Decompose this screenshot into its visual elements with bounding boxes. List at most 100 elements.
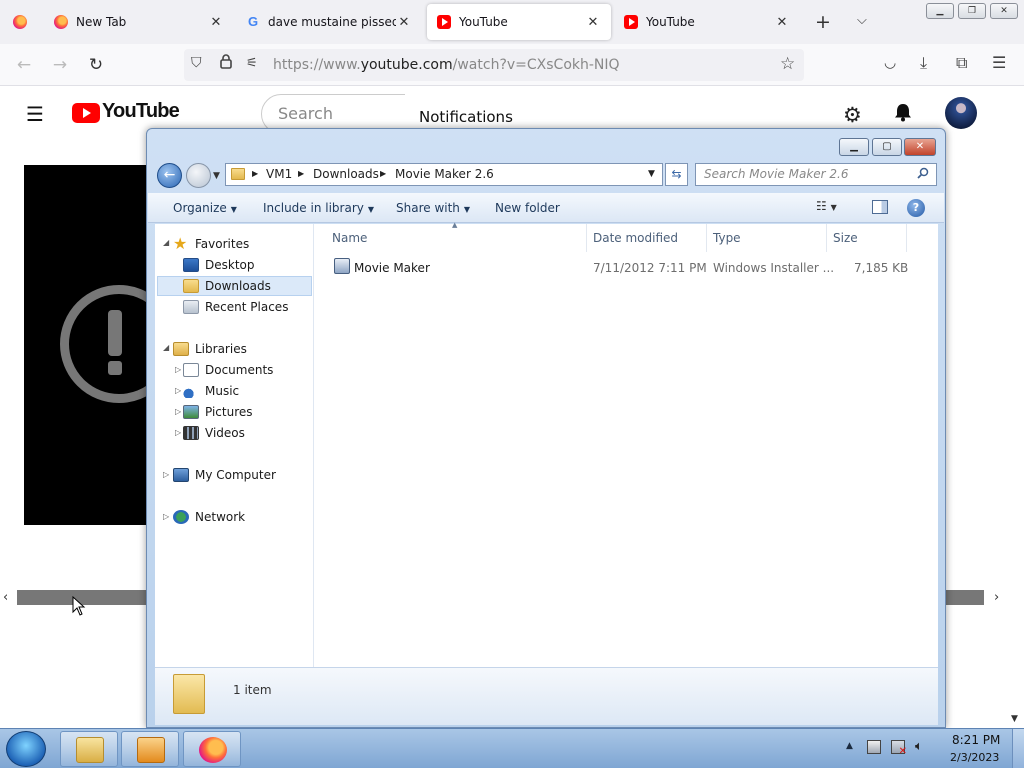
tab-youtube-active[interactable]: YouTube ✕ bbox=[427, 4, 611, 40]
show-desktop-button[interactable] bbox=[1012, 729, 1024, 768]
lock-icon[interactable] bbox=[219, 53, 233, 69]
forward-button[interactable] bbox=[186, 163, 211, 188]
network-disconnected-icon[interactable]: ✕ bbox=[891, 740, 907, 757]
permissions-icon[interactable]: ⚟ bbox=[246, 56, 258, 71]
nav-libraries[interactable]: Libraries bbox=[173, 339, 247, 359]
nav-my-computer[interactable]: My Computer bbox=[173, 465, 276, 485]
collapse-arrow-icon[interactable]: ◢ bbox=[163, 343, 169, 352]
firefox-menu-icon[interactable] bbox=[13, 15, 27, 29]
address-dropdown-icon[interactable]: ▼ bbox=[648, 169, 655, 179]
extensions-icon[interactable]: ⧉ bbox=[956, 53, 967, 73]
video-player-error[interactable] bbox=[24, 165, 148, 525]
nav-downloads[interactable]: Downloads bbox=[157, 276, 312, 296]
close-window-button[interactable]: ✕ bbox=[990, 3, 1018, 19]
back-arrow-icon[interactable]: ← bbox=[12, 53, 36, 77]
close-tab-icon[interactable]: ✕ bbox=[396, 15, 412, 30]
table-row[interactable]: Movie Maker 7/11/2012 7:11 PM Windows In… bbox=[314, 254, 914, 278]
breadcrumb-separator-icon[interactable]: ▶ bbox=[252, 169, 258, 178]
back-button[interactable]: ← bbox=[157, 163, 182, 188]
show-hidden-icons-chevron-icon[interactable]: ▲ bbox=[846, 741, 853, 751]
expand-arrow-icon[interactable]: ▷ bbox=[163, 470, 169, 479]
close-tab-icon[interactable]: ✕ bbox=[774, 15, 790, 30]
tracking-shield-icon[interactable]: ⛉ bbox=[191, 55, 202, 71]
forward-arrow-icon[interactable]: → bbox=[48, 53, 72, 77]
scroll-down-icon[interactable]: ▼ bbox=[1011, 714, 1018, 724]
change-view-button[interactable]: ☷ ▼ bbox=[816, 199, 856, 217]
chevron-left-icon[interactable]: ‹ bbox=[3, 590, 8, 605]
explorer-search-input[interactable]: Search Movie Maker 2.6 bbox=[695, 163, 937, 186]
column-header-type[interactable]: Type bbox=[713, 231, 741, 245]
settings-gear-icon[interactable]: ⚙ bbox=[843, 103, 862, 127]
user-avatar[interactable] bbox=[945, 97, 977, 129]
include-in-library-menu[interactable]: Include in library ▼ bbox=[263, 201, 374, 215]
taskbar-media-player-button[interactable] bbox=[121, 731, 179, 767]
nav-videos[interactable]: Videos bbox=[183, 423, 245, 443]
tab-youtube[interactable]: YouTube ✕ bbox=[614, 4, 800, 40]
new-tab-button[interactable]: + bbox=[815, 11, 831, 33]
column-header-size[interactable]: Size bbox=[833, 231, 858, 245]
volume-speaker-icon[interactable]: 🔈︎ bbox=[915, 740, 929, 754]
search-icon[interactable] bbox=[917, 167, 929, 179]
list-all-tabs-icon[interactable]: ⌵ bbox=[857, 13, 867, 28]
help-icon[interactable]: ? bbox=[907, 199, 925, 217]
new-folder-button[interactable]: New folder bbox=[495, 201, 560, 215]
expand-arrow-icon[interactable]: ▷ bbox=[175, 365, 181, 374]
reload-icon[interactable]: ↻ bbox=[84, 53, 108, 77]
breadcrumb-movie-maker[interactable]: Movie Maker 2.6 bbox=[395, 167, 494, 181]
expand-arrow-icon[interactable]: ▷ bbox=[175, 386, 181, 395]
share-with-menu[interactable]: Share with ▼ bbox=[396, 201, 470, 215]
column-divider[interactable] bbox=[826, 224, 827, 252]
action-center-icon[interactable] bbox=[867, 740, 881, 754]
tab-google-search[interactable]: G dave mustaine pissed off ✕ bbox=[236, 4, 422, 40]
organize-menu[interactable]: Organize ▼ bbox=[173, 201, 237, 215]
breadcrumb-downloads[interactable]: Downloads bbox=[313, 167, 379, 181]
minimize-button[interactable]: ▁ bbox=[926, 3, 954, 19]
breadcrumb-vm1[interactable]: VM1 bbox=[266, 167, 292, 181]
taskbar-firefox-button[interactable] bbox=[183, 731, 241, 767]
bookmark-star-icon[interactable]: ☆ bbox=[780, 54, 795, 74]
explorer-maximize-button[interactable]: ▢ bbox=[872, 138, 902, 156]
expand-arrow-icon[interactable]: ▷ bbox=[163, 512, 169, 521]
tab-new-tab[interactable]: New Tab ✕ bbox=[44, 4, 234, 40]
expand-arrow-icon[interactable]: ▷ bbox=[175, 428, 181, 437]
chevron-right-icon[interactable]: › bbox=[994, 590, 999, 605]
horizontal-scroll-track[interactable] bbox=[944, 590, 984, 605]
nav-music[interactable]: Music bbox=[183, 381, 239, 401]
breadcrumb-separator-icon[interactable]: ▶ bbox=[298, 169, 304, 178]
expand-arrow-icon[interactable]: ▷ bbox=[175, 407, 181, 416]
clock-date[interactable]: 2/3/2023 bbox=[950, 751, 999, 764]
explorer-close-button[interactable]: ✕ bbox=[904, 138, 936, 156]
address-bar[interactable]: ▶ VM1 ▶ Downloads ▶ Movie Maker 2.6 ▼ bbox=[225, 163, 663, 186]
column-divider[interactable] bbox=[706, 224, 707, 252]
nav-documents[interactable]: Documents bbox=[183, 360, 273, 380]
column-divider[interactable] bbox=[586, 224, 587, 252]
clock-time[interactable]: 8:21 PM bbox=[952, 733, 1000, 747]
url-text[interactable]: https://www.youtube.com/watch?v=CXsCokh-… bbox=[273, 57, 620, 73]
nav-desktop[interactable]: Desktop bbox=[183, 255, 255, 275]
downloads-icon[interactable]: ⤓ bbox=[920, 53, 927, 73]
notifications-bell-icon[interactable] bbox=[892, 101, 914, 123]
youtube-logo-text[interactable]: YouTube bbox=[102, 100, 180, 123]
column-divider[interactable] bbox=[906, 224, 907, 252]
nav-recent-places[interactable]: Recent Places bbox=[183, 297, 288, 317]
youtube-logo-icon[interactable] bbox=[72, 103, 100, 123]
nav-pictures[interactable]: Pictures bbox=[183, 402, 253, 422]
app-menu-icon[interactable]: ☰ bbox=[992, 53, 1006, 72]
preview-pane-icon[interactable] bbox=[872, 200, 888, 214]
column-header-date-modified[interactable]: Date modified bbox=[593, 231, 678, 245]
close-tab-icon[interactable]: ✕ bbox=[208, 15, 224, 30]
explorer-minimize-button[interactable]: ▁ bbox=[839, 138, 869, 156]
pocket-icon[interactable]: ◡ bbox=[884, 55, 896, 71]
collapse-arrow-icon[interactable]: ◢ bbox=[163, 238, 169, 247]
breadcrumb-separator-icon[interactable]: ▶ bbox=[380, 169, 386, 178]
nav-favorites[interactable]: ★ Favorites bbox=[173, 234, 249, 254]
start-button-windows-icon[interactable] bbox=[6, 731, 46, 767]
guide-menu-icon[interactable]: ☰ bbox=[26, 102, 44, 126]
restore-button[interactable]: ❐ bbox=[958, 3, 986, 19]
column-header-name[interactable]: Name bbox=[332, 231, 367, 245]
refresh-icon[interactable]: ⇆ bbox=[665, 163, 688, 186]
close-tab-icon[interactable]: ✕ bbox=[585, 15, 601, 30]
taskbar-explorer-button[interactable] bbox=[60, 731, 118, 767]
recent-pages-chevron-icon[interactable]: ▼ bbox=[213, 171, 220, 181]
nav-network[interactable]: Network bbox=[173, 507, 245, 527]
